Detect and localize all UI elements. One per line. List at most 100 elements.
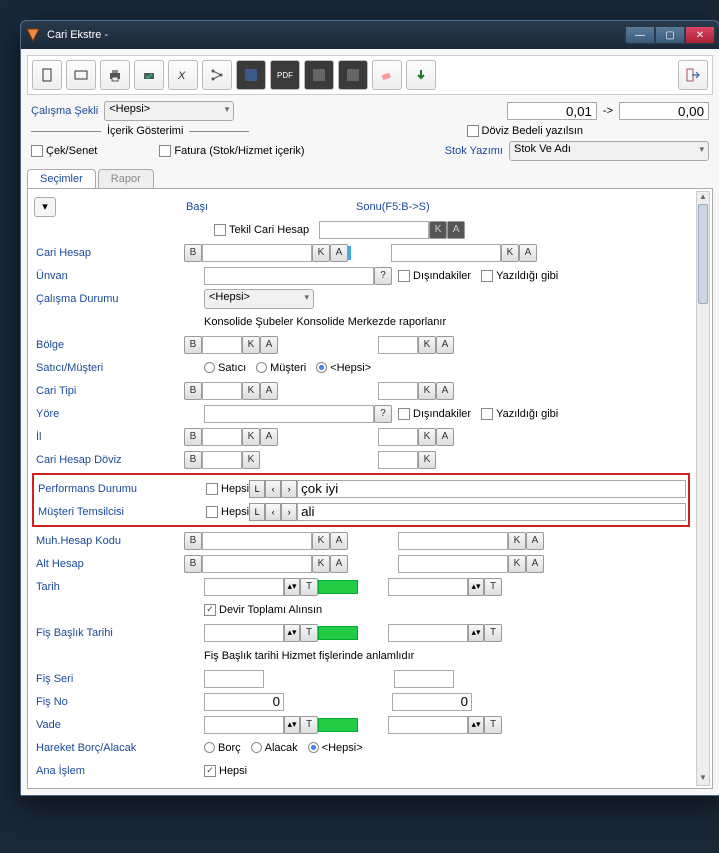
tab-secimler[interactable]: Seçimler — [27, 169, 96, 188]
perf-prev-button[interactable]: ‹ — [265, 480, 281, 498]
mh-a2-button[interactable]: A — [526, 532, 544, 550]
performans-hepsi-checkbox[interactable]: Hepsi — [206, 483, 249, 495]
vade-t2-button[interactable]: T — [484, 716, 502, 734]
fatura-checkbox[interactable]: Fatura (Stok/Hizmet içerik) — [159, 145, 304, 157]
tarih-start-input[interactable] — [204, 578, 284, 596]
mh-a1-button[interactable]: A — [330, 532, 348, 550]
ct-a2-button[interactable]: A — [436, 382, 454, 400]
cari-a1-button[interactable]: A — [330, 244, 348, 262]
range-end-input[interactable] — [619, 102, 709, 120]
calisma-sekli-dropdown[interactable]: <Hepsi> — [104, 101, 234, 121]
dv-k1-button[interactable]: K — [242, 451, 260, 469]
fbt-t2-button[interactable]: T — [484, 624, 502, 642]
il-end-input[interactable] — [378, 428, 418, 446]
mh-b-button[interactable]: B — [184, 532, 202, 550]
stok-yazimi-dropdown[interactable]: Stok Ve Adı — [509, 141, 709, 161]
tool-landscape-icon[interactable] — [66, 60, 96, 90]
yore-yazildigi-checkbox[interactable]: Yazıldığı gibi — [481, 408, 558, 420]
fis-seri-end-input[interactable] — [394, 670, 454, 688]
fis-seri-start-input[interactable] — [204, 670, 264, 688]
tems-l-button[interactable]: L — [249, 503, 265, 521]
ct-a1-button[interactable]: A — [260, 382, 278, 400]
il-start-input[interactable] — [202, 428, 242, 446]
cari-end-input[interactable] — [391, 244, 501, 262]
ct-k1-button[interactable]: K — [242, 382, 260, 400]
print-icon[interactable] — [100, 60, 130, 90]
mh-start-input[interactable] — [202, 532, 312, 550]
mh-end-input[interactable] — [398, 532, 508, 550]
export-excel-icon[interactable]: X — [168, 60, 198, 90]
ah-a1-button[interactable]: A — [330, 555, 348, 573]
radio-satici[interactable]: Satıcı — [204, 362, 246, 374]
ct-start-input[interactable] — [202, 382, 242, 400]
collapse-button[interactable]: ▾ — [34, 197, 56, 217]
titlebar[interactable]: Cari Ekstre - — ▢ ✕ — [21, 21, 719, 49]
yore-q-button[interactable]: ? — [374, 405, 392, 423]
yore-disindakiler-checkbox[interactable]: Dışındakiler — [398, 408, 471, 420]
radio-hepsi-sm[interactable]: <Hepsi> — [316, 362, 371, 374]
temsilci-input[interactable] — [297, 503, 686, 521]
fbt-start-input[interactable] — [204, 624, 284, 642]
tarih-spin1[interactable]: ▴▾ — [284, 578, 300, 596]
tekil-checkbox[interactable]: Tekil Cari Hesap — [214, 224, 309, 236]
il-a1-button[interactable]: A — [260, 428, 278, 446]
bolge-a1-button[interactable]: A — [260, 336, 278, 354]
fbt-end-input[interactable] — [388, 624, 468, 642]
minimize-button[interactable]: — — [625, 26, 655, 44]
perf-next-button[interactable]: › — [281, 480, 297, 498]
il-k1-button[interactable]: K — [242, 428, 260, 446]
close-button[interactable]: ✕ — [685, 26, 715, 44]
cari-k2-button[interactable]: K — [501, 244, 519, 262]
ah-b-button[interactable]: B — [184, 555, 202, 573]
tekil-k-button[interactable]: K — [429, 221, 447, 239]
unvan-input[interactable] — [204, 267, 374, 285]
bolge-k1-button[interactable]: K — [242, 336, 260, 354]
unvan-yazildigi-checkbox[interactable]: Yazıldığı gibi — [481, 270, 558, 282]
bolge-a2-button[interactable]: A — [436, 336, 454, 354]
dv-end-input[interactable] — [378, 451, 418, 469]
fisno-end-input[interactable] — [392, 693, 472, 711]
il-k2-button[interactable]: K — [418, 428, 436, 446]
yore-input[interactable] — [204, 405, 374, 423]
maximize-button[interactable]: ▢ — [655, 26, 685, 44]
cari-b-button[interactable]: B — [184, 244, 202, 262]
calisma-durumu-dropdown[interactable]: <Hepsi> — [204, 289, 314, 309]
tems-next-button[interactable]: › — [281, 503, 297, 521]
bolge-end-input[interactable] — [378, 336, 418, 354]
range-start-input[interactable] — [507, 102, 597, 120]
bolge-k2-button[interactable]: K — [418, 336, 436, 354]
cari-start-input[interactable] — [202, 244, 312, 262]
tool-dark3-icon[interactable] — [304, 60, 334, 90]
cari-a2-button[interactable]: A — [519, 244, 537, 262]
ah-k1-button[interactable]: K — [312, 555, 330, 573]
fbt-spin2[interactable]: ▴▾ — [468, 624, 484, 642]
mh-k2-button[interactable]: K — [508, 532, 526, 550]
vade-t1-button[interactable]: T — [300, 716, 318, 734]
ct-end-input[interactable] — [378, 382, 418, 400]
unvan-q-button[interactable]: ? — [374, 267, 392, 285]
vade-start-input[interactable] — [204, 716, 284, 734]
ah-start-input[interactable] — [202, 555, 312, 573]
tab-rapor[interactable]: Rapor — [98, 169, 154, 188]
arrow-down-icon[interactable] — [406, 60, 436, 90]
mh-k1-button[interactable]: K — [312, 532, 330, 550]
vade-spin1[interactable]: ▴▾ — [284, 716, 300, 734]
pdf-icon[interactable]: PDF — [270, 60, 300, 90]
bolge-b-button[interactable]: B — [184, 336, 202, 354]
radio-hepsi-ba[interactable]: <Hepsi> — [308, 742, 363, 754]
bolge-start-input[interactable] — [202, 336, 242, 354]
fisno-start-input[interactable] — [204, 693, 284, 711]
tarih-spin2[interactable]: ▴▾ — [468, 578, 484, 596]
tool-dark1-icon[interactable] — [236, 60, 266, 90]
ah-a2-button[interactable]: A — [526, 555, 544, 573]
dv-k2-button[interactable]: K — [418, 451, 436, 469]
tarih-end-input[interactable] — [388, 578, 468, 596]
tool-dark4-icon[interactable] — [338, 60, 368, 90]
radio-musteri[interactable]: Müşteri — [256, 362, 306, 374]
unvan-disindakiler-checkbox[interactable]: Dışındakiler — [398, 270, 471, 282]
dv-start-input[interactable] — [202, 451, 242, 469]
tool-portrait-icon[interactable] — [32, 60, 62, 90]
doviz-bedeli-checkbox[interactable]: Döviz Bedeli yazılsın — [467, 125, 584, 137]
vade-spin2[interactable]: ▴▾ — [468, 716, 484, 734]
tekil-a-button[interactable]: A — [447, 221, 465, 239]
